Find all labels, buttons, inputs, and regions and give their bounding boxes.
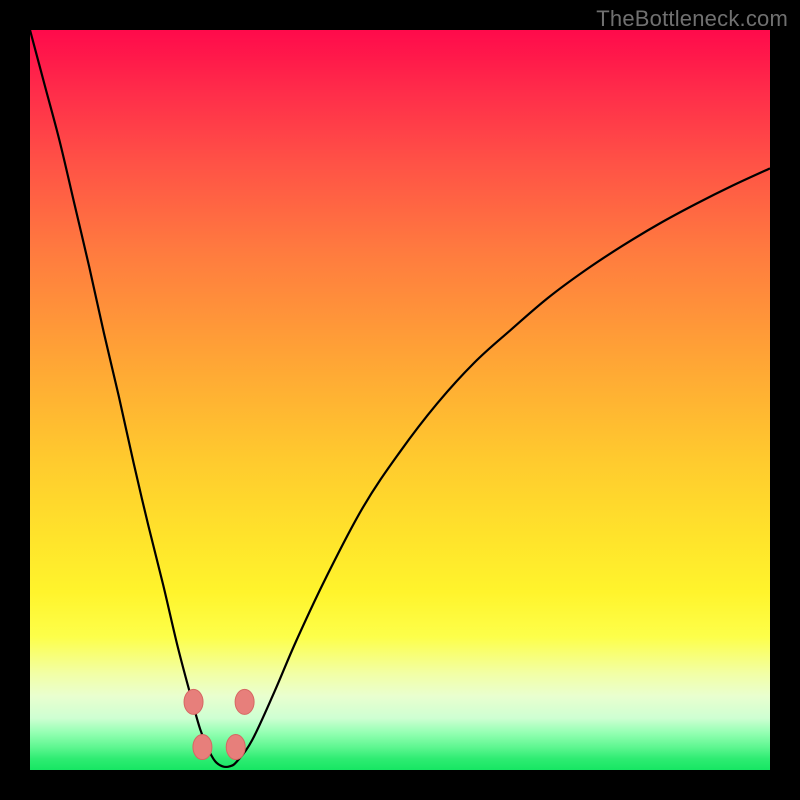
outer-frame: TheBottleneck.com <box>0 0 800 800</box>
watermark-text: TheBottleneck.com <box>596 6 788 32</box>
bottleneck-curve-path <box>30 30 770 767</box>
marker-right-lower <box>226 735 245 760</box>
marker-group <box>184 689 254 759</box>
plot-area <box>30 30 770 770</box>
marker-right-upper <box>235 689 254 714</box>
marker-left-lower <box>193 735 212 760</box>
marker-left-upper <box>184 689 203 714</box>
curve-svg <box>30 30 770 770</box>
